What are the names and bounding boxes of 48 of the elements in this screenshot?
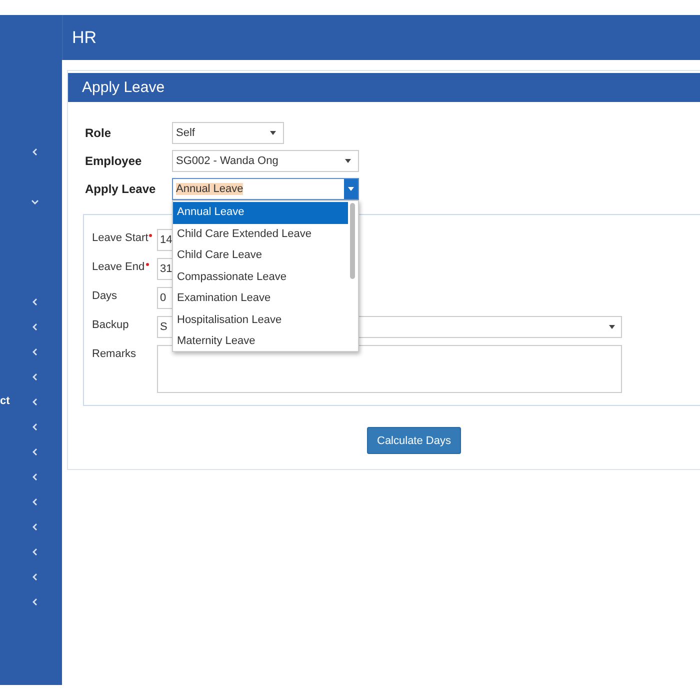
chevron-left-icon[interactable] [31, 523, 39, 531]
chevron-left-icon[interactable] [31, 323, 39, 331]
chevron-left-icon[interactable] [31, 448, 39, 456]
dropdown-option[interactable]: Annual Leave [173, 202, 348, 224]
chevron-left-icon[interactable] [31, 548, 39, 556]
chevron-left-icon[interactable] [31, 423, 39, 431]
caret-icon [270, 131, 276, 135]
dropdown-button[interactable] [344, 179, 358, 199]
chevron-left-icon[interactable] [31, 298, 39, 306]
page-title: HR [72, 28, 97, 48]
chevron-down-icon[interactable] [31, 198, 39, 206]
chevron-left-icon[interactable] [31, 498, 39, 506]
select-field[interactable]: S [157, 316, 173, 338]
calculate-days-button[interactable]: Calculate Days [367, 427, 461, 454]
caret-icon [348, 187, 354, 191]
field-label: Remarks [92, 348, 136, 360]
field-label: Days [92, 290, 118, 302]
caret-icon [345, 159, 351, 163]
caret-icon [609, 325, 615, 329]
select-field[interactable]: Self [172, 122, 284, 144]
chevron-left-icon[interactable] [31, 373, 39, 381]
field-label: Role [85, 126, 112, 140]
chevron-left-icon[interactable] [31, 598, 39, 606]
input-field[interactable]: 31 [157, 258, 173, 280]
sidebar-item-label[interactable]: ct [0, 395, 10, 407]
field-label: Leave End [92, 261, 145, 273]
select-field[interactable] [359, 316, 622, 338]
field-label: Leave Start [92, 232, 148, 244]
dropdown-option[interactable]: Compassionate Leave [173, 266, 348, 288]
chevron-left-icon[interactable] [31, 573, 39, 581]
dropdown-option[interactable]: Maternity Leave [173, 331, 348, 352]
field-label: Apply Leave [85, 182, 157, 196]
dropdown-option[interactable]: Child Care Leave [173, 245, 348, 266]
chevron-left-icon[interactable] [31, 473, 39, 481]
chevron-left-icon[interactable] [31, 148, 39, 156]
card-title: Apply Leave [82, 79, 165, 96]
field-label: Backup [92, 319, 129, 331]
dropdown-option[interactable]: Child Care Extended Leave [173, 224, 348, 245]
input-field[interactable]: 0 [157, 287, 173, 309]
select-field[interactable]: SG002 - Wanda Ong [172, 150, 359, 172]
dropdown-option[interactable]: Examination Leave [173, 288, 348, 310]
input-field[interactable]: 14 [157, 229, 173, 251]
remarks-field[interactable] [157, 345, 622, 393]
dropdown-option[interactable]: Hospitalisation Leave [173, 310, 348, 331]
chevron-left-icon[interactable] [31, 398, 39, 406]
scrollbar-thumb[interactable] [350, 203, 355, 279]
field-label: Employee [85, 154, 143, 168]
chevron-left-icon[interactable] [31, 348, 39, 356]
